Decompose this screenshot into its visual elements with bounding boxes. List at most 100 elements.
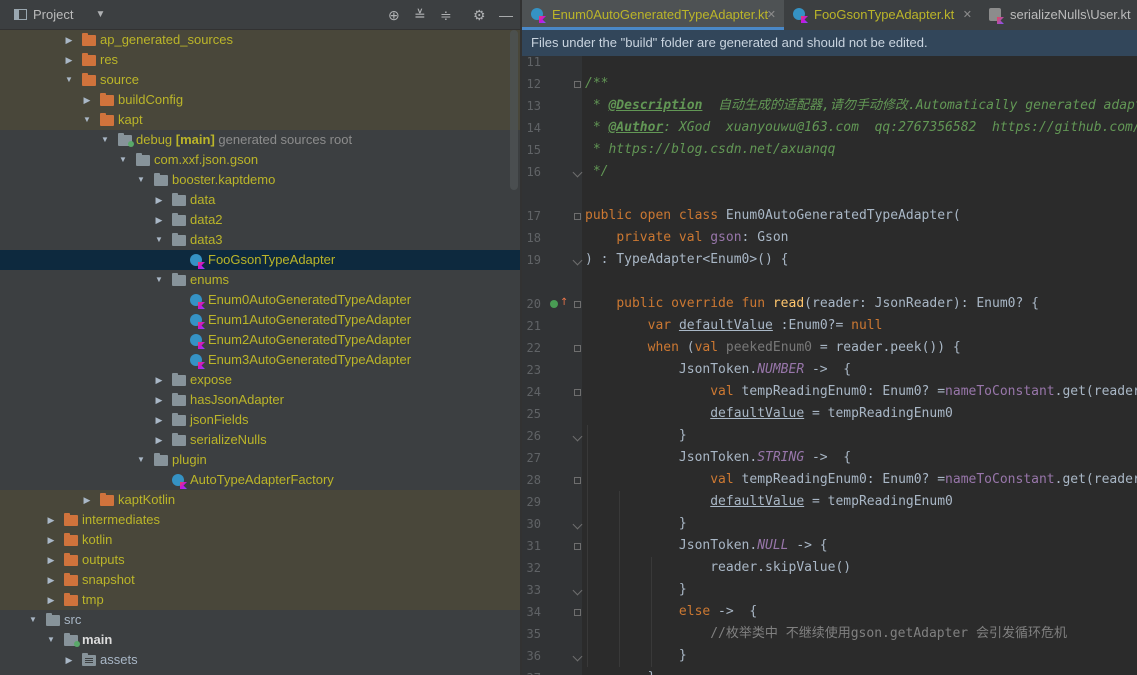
tree-item-folder[interactable]: ▶ outputs [0, 550, 520, 570]
tree-item-label: outputs [82, 550, 125, 570]
chevron-down-icon[interactable]: ▼ [154, 270, 164, 290]
fold-end-icon[interactable] [572, 519, 583, 530]
fold-end-icon[interactable] [572, 167, 583, 178]
fold-expand-icon[interactable] [574, 609, 581, 616]
code-token: ) : TypeAdapter<Enum0>() { [585, 252, 789, 267]
chevron-down-icon[interactable]: ▼ [118, 150, 128, 170]
tree-item-folder[interactable]: ▼ data3 [0, 230, 520, 250]
chevron-right-icon[interactable]: ▶ [82, 490, 92, 510]
fold-expand-icon[interactable] [574, 345, 581, 352]
chevron-down-icon[interactable]: ▼ [46, 630, 56, 650]
tree-item-folder[interactable]: ▼ source [0, 70, 520, 90]
editor-tab[interactable]: FooGsonTypeAdapter.kt ✕ [784, 0, 980, 30]
editor-tab[interactable]: serializeNulls\User.kt [980, 0, 1137, 30]
chevron-down-icon[interactable]: ▼ [136, 450, 146, 470]
tree-item-folder[interactable]: ▶ res [0, 50, 520, 70]
fold-end-icon[interactable] [572, 255, 583, 266]
chevron-right-icon[interactable]: ▶ [46, 510, 56, 530]
chevron-right-icon[interactable]: ▶ [154, 410, 164, 430]
locate-icon[interactable]: ⊕ [388, 7, 400, 23]
tree-item-folder[interactable]: ▶ ap_generated_sources [0, 30, 520, 50]
tree-item-file[interactable]: Enum2AutoGeneratedTypeAdapter [0, 330, 520, 350]
chevron-down-icon[interactable]: ▼ [100, 130, 110, 150]
gear-icon[interactable]: ⚙ [473, 7, 486, 23]
chevron-right-icon[interactable]: ▶ [46, 530, 56, 550]
chevron-right-icon[interactable]: ▶ [154, 190, 164, 210]
folder-icon [172, 413, 186, 426]
tree-item-file[interactable]: AutoTypeAdapterFactory [0, 470, 520, 490]
fold-expand-icon[interactable] [574, 389, 581, 396]
chevron-down-icon[interactable]: ▼ [95, 9, 105, 20]
collapse-all-icon[interactable]: ≑ [440, 7, 452, 23]
tree-item-file[interactable]: Enum3AutoGeneratedTypeAdapter [0, 350, 520, 370]
tree-item-folder[interactable]: ▶ kaptKotlin [0, 490, 520, 510]
tree-item-folder[interactable]: ▶ kotlin [0, 530, 520, 550]
fold-end-icon[interactable] [572, 431, 583, 442]
code-token: public open class [585, 208, 726, 223]
tree-item-folder[interactable]: ▼ enums [0, 270, 520, 290]
fold-expand-icon[interactable] [574, 477, 581, 484]
expand-all-icon[interactable]: ≚ [414, 7, 426, 23]
tree-item-folder[interactable]: ▶ data2 [0, 210, 520, 230]
tree-item-folder[interactable]: ▼ com.xxf.json.gson [0, 150, 520, 170]
chevron-right-icon[interactable]: ▶ [154, 390, 164, 410]
tree-item-folder[interactable]: ▼ debug [main] generated sources root [0, 130, 520, 150]
chevron-right-icon[interactable]: ▶ [154, 370, 164, 390]
override-marker-icon[interactable] [550, 300, 558, 308]
line-number: 36 [526, 649, 541, 663]
chevron-down-icon[interactable]: ▼ [28, 610, 38, 630]
tree-item-folder[interactable]: ▼ booster.kaptdemo [0, 170, 520, 190]
tree-item-file[interactable]: Enum1AutoGeneratedTypeAdapter [0, 310, 520, 330]
tree-item-folder[interactable]: ▶ serializeNulls [0, 430, 520, 450]
chevron-right-icon[interactable]: ▶ [64, 650, 74, 670]
close-icon[interactable]: ✕ [963, 0, 972, 30]
chevron-right-icon[interactable]: ▶ [82, 90, 92, 110]
fold-expand-icon[interactable] [574, 301, 581, 308]
tree-item-folder[interactable]: ▶ assets [0, 650, 520, 670]
tree-item-folder[interactable]: ▶ snapshot [0, 570, 520, 590]
implements-arrow-icon[interactable]: ↑ [560, 296, 568, 310]
editor-tab[interactable]: Enum0AutoGeneratedTypeAdapter.kt ✕ [522, 0, 784, 30]
tree-item-folder[interactable]: ▶ tmp [0, 590, 520, 610]
chevron-down-icon[interactable]: ▼ [82, 110, 92, 130]
tree-item-folder[interactable]: ▼ kapt [0, 110, 520, 130]
line-number: 13 [526, 99, 541, 113]
folder-icon [82, 653, 96, 666]
fold-end-icon[interactable] [572, 651, 583, 662]
fold-expand-icon[interactable] [574, 543, 581, 550]
chevron-right-icon[interactable]: ▶ [154, 210, 164, 230]
chevron-right-icon[interactable]: ▶ [64, 50, 74, 70]
fold-expand-icon[interactable] [574, 213, 581, 220]
chevron-right-icon[interactable]: ▶ [46, 550, 56, 570]
tree-item-folder[interactable]: ▶ data [0, 190, 520, 210]
tree-item-label: plugin [172, 450, 207, 470]
tree-item-folder[interactable]: ▼ main [0, 630, 520, 650]
chevron-down-icon[interactable]: ▼ [154, 230, 164, 250]
line-number-gutter[interactable]: 11 12 13 14 15 16 17 18 19 20 ↑ 21 22 23 24 25 26 27 28 29 3… [522, 55, 583, 675]
tree-item-folder[interactable]: ▼ plugin [0, 450, 520, 470]
chevron-right-icon[interactable]: ▶ [46, 590, 56, 610]
tree-item-file[interactable]: FooGsonTypeAdapter [0, 250, 520, 270]
tree-item-folder[interactable]: ▶ jsonFields [0, 410, 520, 430]
tree-item-folder[interactable]: ▼ src [0, 610, 520, 630]
tree-item-folder[interactable]: ▶ buildConfig [0, 90, 520, 110]
tree-item-label: kaptKotlin [118, 490, 175, 510]
chevron-down-icon[interactable]: ▼ [64, 70, 74, 90]
close-icon[interactable]: ✕ [767, 0, 776, 30]
editor-area: Enum0AutoGeneratedTypeAdapter.kt ✕ FooGson… [522, 0, 1137, 675]
project-view-selector[interactable]: Project ▼ [14, 7, 105, 22]
chevron-down-icon[interactable]: ▼ [136, 170, 146, 190]
tree-item-file[interactable]: Enum0AutoGeneratedTypeAdapter [0, 290, 520, 310]
project-tree-scrollbar[interactable] [510, 30, 518, 190]
chevron-right-icon[interactable]: ▶ [46, 570, 56, 590]
fold-end-icon[interactable] [572, 585, 583, 596]
chevron-right-icon[interactable]: ▶ [154, 430, 164, 450]
tree-item-name: buildConfig [118, 92, 184, 107]
folder-icon [64, 593, 78, 606]
tree-item-folder[interactable]: ▶ intermediates [0, 510, 520, 530]
tree-item-folder[interactable]: ▶ hasJsonAdapter [0, 390, 520, 410]
fold-expand-icon[interactable] [574, 81, 581, 88]
hide-icon[interactable]: — [499, 7, 513, 23]
tree-item-folder[interactable]: ▶ expose [0, 370, 520, 390]
chevron-right-icon[interactable]: ▶ [64, 30, 74, 50]
